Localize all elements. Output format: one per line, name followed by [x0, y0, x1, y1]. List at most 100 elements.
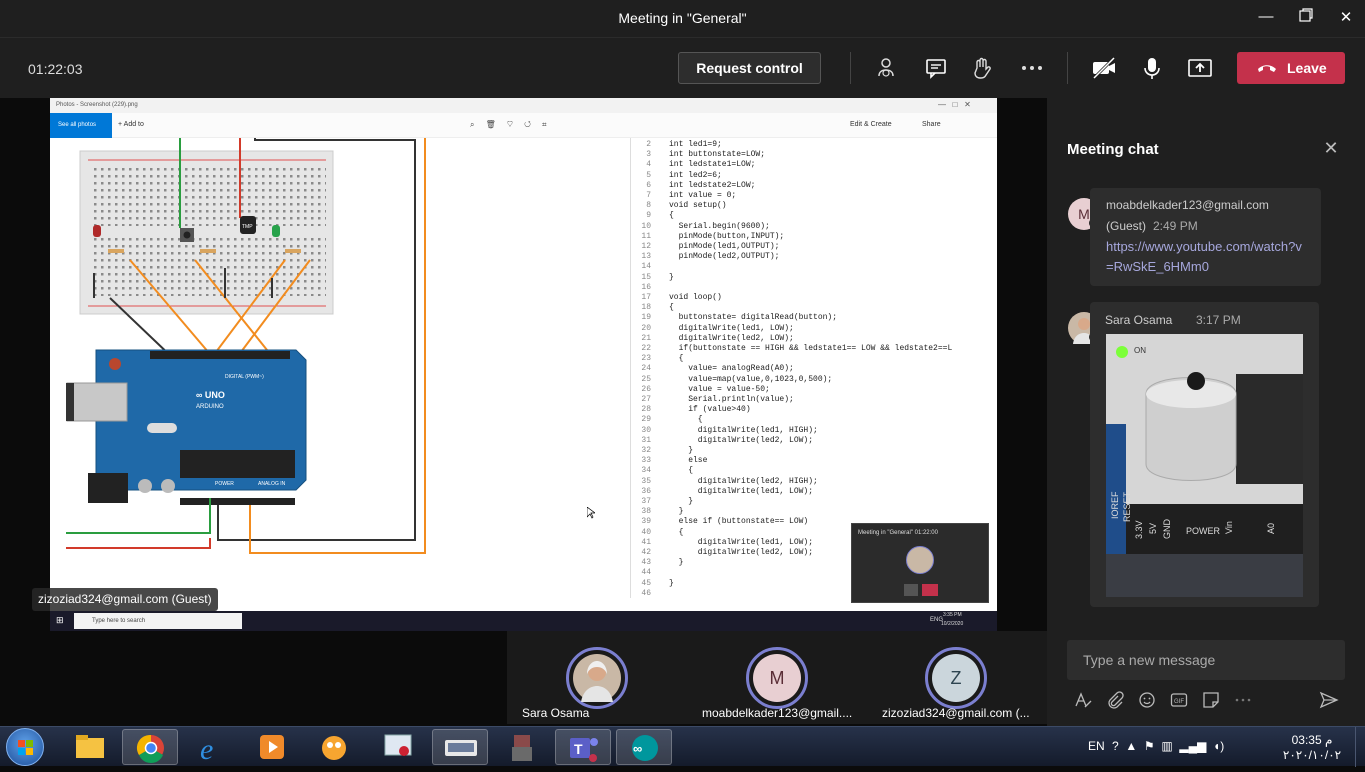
- photo-label-vin: Vin: [1224, 521, 1234, 534]
- code-line: void loop(): [669, 293, 722, 302]
- code-line-number: 17: [641, 293, 651, 302]
- mini-call-share-icon[interactable]: [904, 584, 918, 596]
- code-line-number: 29: [641, 415, 651, 425]
- mini-call-hangup-icon[interactable]: [922, 584, 938, 596]
- request-control-button[interactable]: Request control: [678, 52, 821, 84]
- code-line: else if (buttonstate== LOW): [669, 517, 809, 527]
- windows-logo-icon: [18, 740, 33, 755]
- clock-date: ٢٠٢٠/١٠/٠٢: [1282, 748, 1342, 762]
- svg-text:ANALOG IN: ANALOG IN: [258, 481, 286, 487]
- photo-label-5v: 5V: [1148, 522, 1158, 534]
- code-line-number: 33: [641, 456, 651, 466]
- taskbar-clock[interactable]: 03:35 م ٢٠٢٠/١٠/٠٢: [1272, 733, 1352, 763]
- code-line-number: 21: [641, 333, 651, 343]
- microphone-icon[interactable]: [1138, 54, 1166, 82]
- chat-sender: Sara Osama: [1105, 313, 1173, 327]
- code-line: int value = 0;: [669, 191, 737, 200]
- code-line-number: 32: [641, 446, 651, 455]
- leave-button[interactable]: Leave: [1237, 52, 1345, 84]
- close-chat-icon[interactable]: ✕: [1321, 138, 1341, 158]
- minimize-button[interactable]: —: [1256, 8, 1276, 28]
- code-line: {: [669, 354, 684, 364]
- sticker-icon[interactable]: [1201, 690, 1221, 710]
- tray-icons[interactable]: ? ▲ ⚑ ▥ ▂▄▆ ◖): [1112, 739, 1224, 753]
- mini-call-window[interactable]: Meeting in "General" 01:22:00: [851, 523, 989, 603]
- more-compose-icon[interactable]: [1233, 690, 1253, 710]
- photo-label-ioref: IOREF: [1110, 491, 1120, 519]
- chat-image[interactable]: ON IOREF RESET 3.3V 5V GND POWER Vin A0: [1106, 334, 1303, 597]
- photos-toolbar: See all photos + Add to ⌕ 🗑 ♡ ↺ ⌗ Edit &…: [50, 113, 997, 138]
- more-options-icon[interactable]: [1018, 54, 1046, 82]
- photos-titlebar: Photos - Screenshot (229).png — □ ✕: [50, 98, 997, 113]
- photo-label-on: ON: [1134, 346, 1146, 355]
- code-line-number: 2: [646, 140, 651, 149]
- share-screen-icon[interactable]: [1186, 54, 1214, 82]
- clock-time: 03:35 م: [1291, 733, 1333, 747]
- hang-up-icon: [1258, 65, 1276, 72]
- chat-link[interactable]: https://www.youtube.com/watch?v=RwSkE_6H…: [1106, 237, 1306, 277]
- participant-avatar[interactable]: [566, 647, 628, 709]
- code-line: pinMode(button,INPUT);: [669, 231, 785, 241]
- code-line: int buttonstate=LOW;: [669, 150, 766, 160]
- attach-icon[interactable]: [1105, 690, 1125, 710]
- compose-message-input[interactable]: Type a new message: [1067, 640, 1345, 680]
- chrome-taskbar-icon[interactable]: [122, 729, 178, 765]
- code-line: int led2=6;: [669, 170, 722, 180]
- maximize-button[interactable]: [1296, 8, 1316, 28]
- media-taskbar-icon[interactable]: [244, 729, 300, 765]
- code-line: digitalWrite(led2, HIGH);: [669, 476, 818, 486]
- toolbar-divider: [1067, 52, 1068, 84]
- code-line: }: [669, 446, 694, 455]
- camera-off-icon[interactable]: [1090, 54, 1118, 82]
- tray-arrow-icon: ▲: [1125, 739, 1138, 753]
- svg-text:ARDUINO: ARDUINO: [196, 404, 224, 410]
- send-icon[interactable]: [1319, 690, 1339, 710]
- photo-label-a0: A0: [1266, 522, 1276, 534]
- chat-icon[interactable]: [922, 54, 950, 82]
- code-line: int ledstate2=LOW;: [669, 180, 756, 190]
- close-window-button[interactable]: ✕: [1336, 8, 1356, 28]
- explorer-taskbar-icon[interactable]: [62, 729, 118, 765]
- code-line: {: [669, 415, 703, 425]
- svg-text:GIF: GIF: [1174, 699, 1184, 705]
- photo-label-3v3: 3.3V: [1134, 520, 1144, 539]
- photo-label-reset: RESET: [1122, 491, 1132, 522]
- scratch-taskbar-icon[interactable]: [306, 729, 362, 765]
- keyboard-taskbar-icon[interactable]: [432, 729, 488, 765]
- teams-taskbar-icon[interactable]: T: [555, 729, 611, 765]
- participant-avatar[interactable]: M: [746, 647, 808, 709]
- emoji-icon[interactable]: [1137, 690, 1157, 710]
- participant-name: zizoziad324@gmail.com (...: [882, 706, 1030, 720]
- start-button[interactable]: [6, 728, 44, 766]
- code-line-number: 22: [641, 344, 651, 353]
- language-indicator[interactable]: EN: [1088, 739, 1105, 753]
- code-line-number: 38: [641, 507, 651, 517]
- show-desktop-button[interactable]: [1355, 727, 1365, 767]
- flag-icon: ⚑: [1143, 739, 1155, 753]
- code-line: if (value>40): [669, 405, 751, 415]
- code-line-number: 15: [641, 272, 651, 282]
- code-line-number: 45: [641, 578, 651, 588]
- code-line: digitalWrite(led2, LOW);: [669, 435, 814, 445]
- edit-create-button: Edit & Create: [850, 121, 892, 128]
- svg-text:e: e: [200, 733, 213, 765]
- svg-text:T: T: [574, 741, 583, 757]
- code-line-number: 13: [641, 252, 651, 262]
- chat-time: 2:49 PM: [1153, 219, 1198, 233]
- arduino-taskbar-icon[interactable]: ∞: [616, 729, 672, 765]
- screenshot-taskbar-icon[interactable]: [370, 729, 426, 765]
- code-line: value=map(value,0,1023,0,500);: [669, 374, 833, 384]
- participant-avatar[interactable]: Z: [925, 647, 987, 709]
- format-icon[interactable]: [1073, 690, 1093, 710]
- participants-icon[interactable]: [872, 54, 900, 82]
- raise-hand-icon[interactable]: [968, 54, 996, 82]
- svg-text:POWER: POWER: [215, 481, 234, 487]
- code-line: else: [669, 456, 708, 466]
- windows-start-icon: ⊞: [56, 615, 64, 625]
- mini-call-title: Meeting in "General" 01:22:00: [858, 530, 938, 536]
- code-line: value= analogRead(A0);: [669, 364, 794, 374]
- ie-taskbar-icon[interactable]: e: [184, 729, 240, 766]
- robot-taskbar-icon[interactable]: [494, 729, 550, 765]
- gif-icon[interactable]: GIF: [1169, 690, 1189, 710]
- code-line: digitalWrite(led1, LOW);: [669, 323, 794, 333]
